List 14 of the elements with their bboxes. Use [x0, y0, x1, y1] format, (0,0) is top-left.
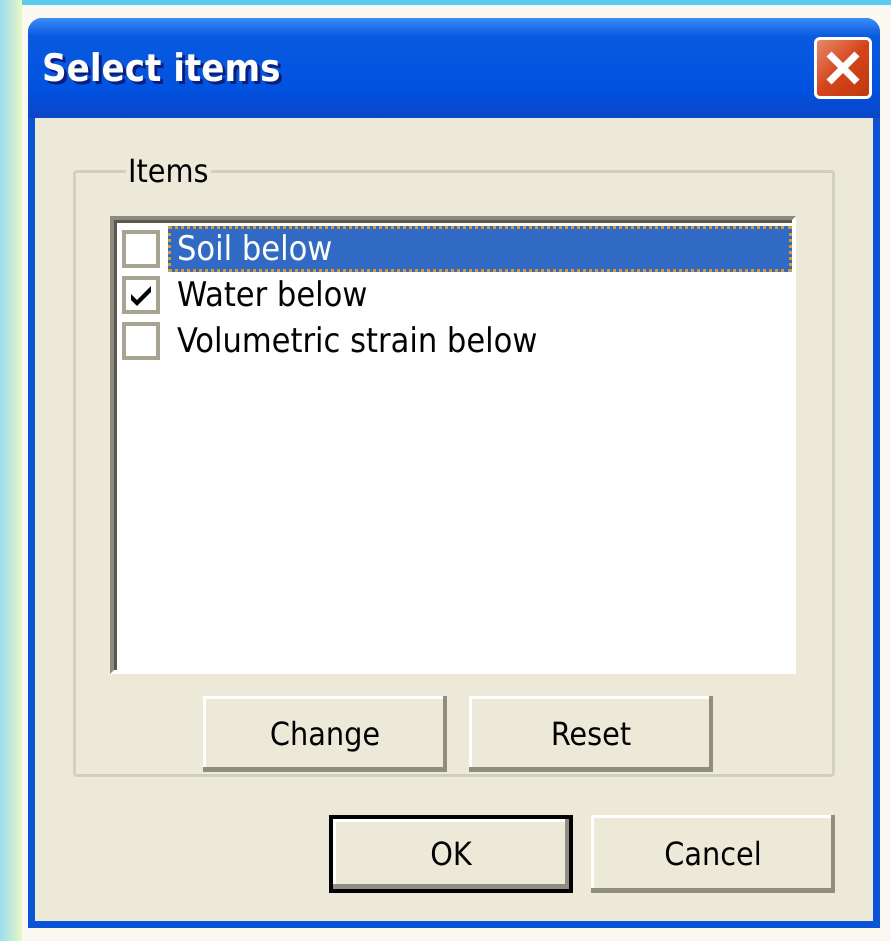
- list-action-button[interactable]: Change: [203, 696, 447, 772]
- checkbox[interactable]: [122, 322, 160, 360]
- list-action-button[interactable]: Reset: [469, 696, 713, 772]
- checkbox[interactable]: [122, 230, 160, 268]
- list-item[interactable]: Water below: [168, 272, 792, 318]
- group-label: Items: [127, 152, 210, 190]
- dialog-button[interactable]: Cancel: [591, 815, 835, 893]
- list-item[interactable]: Volumetric strain below: [168, 318, 792, 364]
- window-title: Select items: [42, 46, 280, 90]
- close-button[interactable]: [814, 37, 872, 99]
- checkbox[interactable]: [122, 276, 160, 314]
- dialog-button[interactable]: OK: [329, 815, 573, 893]
- list-item[interactable]: Soil below: [168, 226, 792, 272]
- check-icon: [129, 284, 153, 306]
